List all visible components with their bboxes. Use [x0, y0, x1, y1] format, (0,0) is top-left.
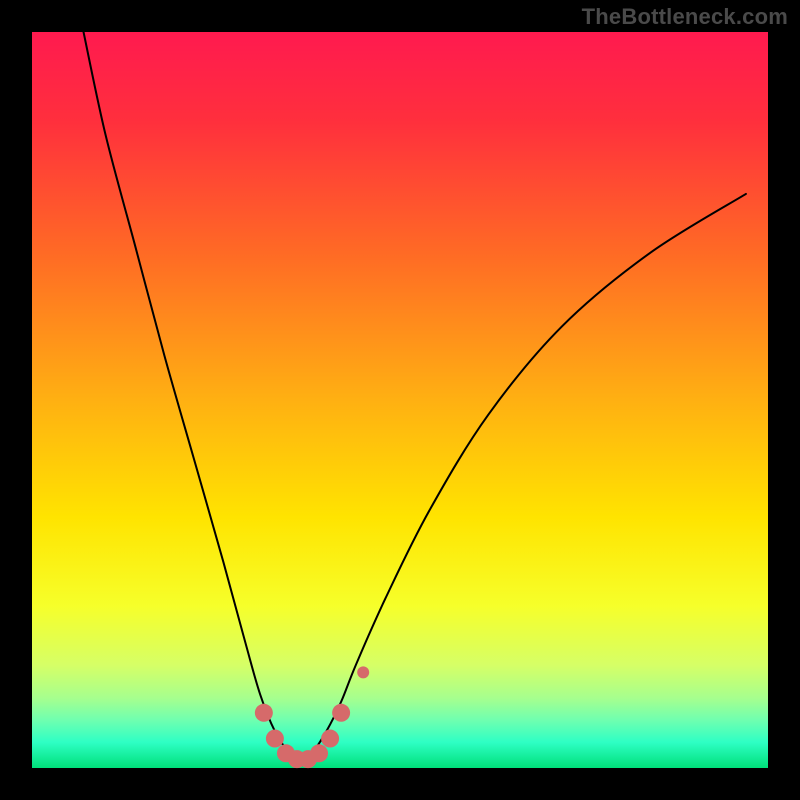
- watermark-text: TheBottleneck.com: [582, 4, 788, 30]
- trough-marker: [332, 704, 350, 722]
- trough-marker: [357, 666, 369, 678]
- trough-marker: [255, 704, 273, 722]
- plot-background: [32, 32, 768, 768]
- trough-marker: [266, 730, 284, 748]
- bottleneck-chart: [0, 0, 800, 800]
- chart-frame: TheBottleneck.com: [0, 0, 800, 800]
- trough-marker: [321, 730, 339, 748]
- trough-marker: [310, 744, 328, 762]
